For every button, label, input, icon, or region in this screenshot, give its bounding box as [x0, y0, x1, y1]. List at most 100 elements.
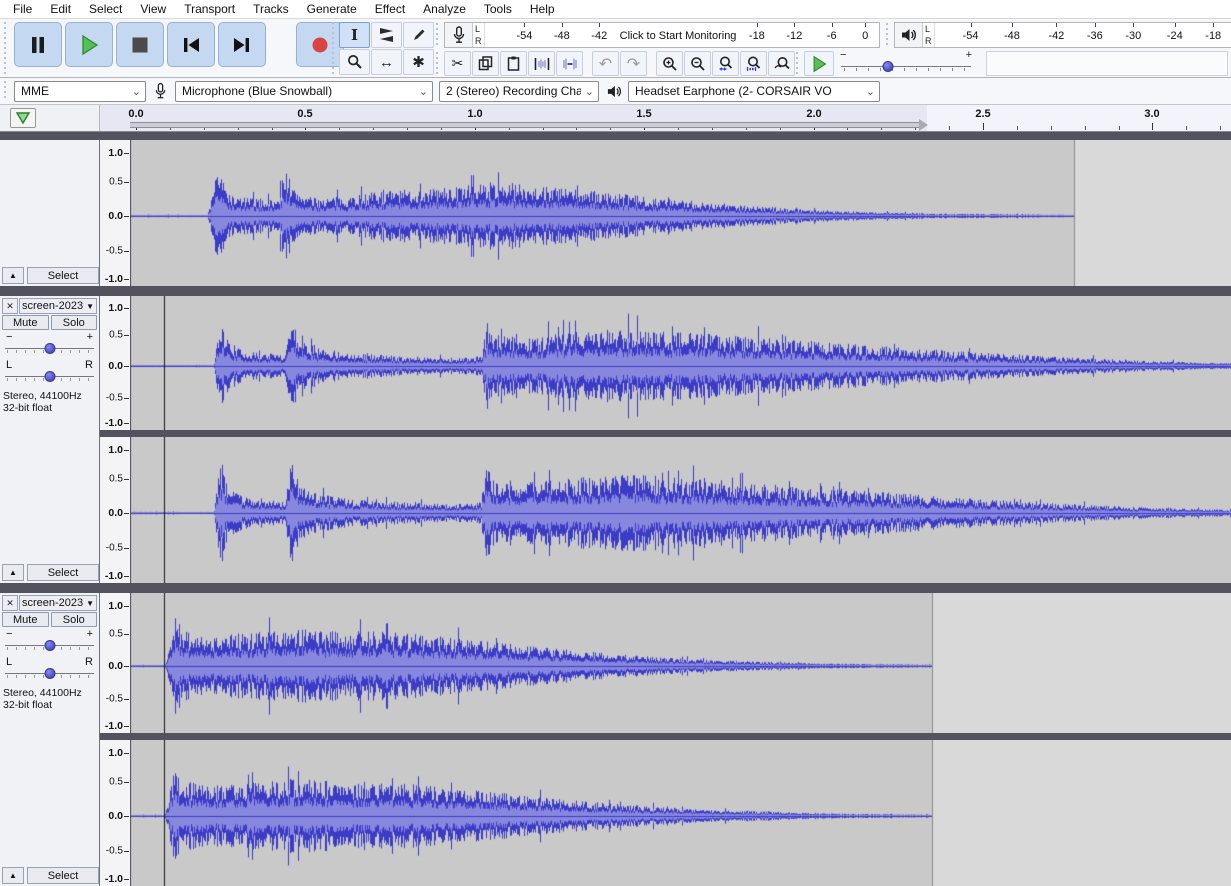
envelope-tool-button[interactable] [371, 22, 402, 48]
menu-item-tracks[interactable]: Tracks [244, 1, 298, 17]
gain-slider-thumb[interactable] [44, 640, 55, 651]
track-3-gain-slider[interactable]: − + [4, 628, 95, 655]
playback-meter-scale[interactable]: -54-48-42-36-30-24-18 [935, 23, 1231, 47]
track-2-solo-button[interactable]: Solo [51, 315, 98, 330]
zoom-tool-button[interactable] [339, 49, 370, 75]
playback-device-dropdown[interactable]: Headset Earphone (2- CORSAIR VO ⌄ [628, 81, 880, 102]
copy-button[interactable] [472, 51, 499, 76]
quick-play-bar[interactable] [130, 122, 919, 128]
menu-item-transport[interactable]: Transport [175, 1, 244, 17]
track-1-select-button[interactable]: Select [27, 267, 99, 284]
select-label: Select [48, 870, 79, 882]
device-toolbar-grabber[interactable] [4, 81, 9, 101]
pause-button[interactable] [14, 22, 62, 67]
zoom-in-button[interactable] [656, 51, 683, 76]
zoom-out-button[interactable] [684, 51, 711, 76]
menu-item-tools[interactable]: Tools [475, 1, 521, 17]
gain-slider-thumb[interactable] [44, 343, 55, 354]
track-3-control-panel[interactable]: ✕ screen-2023 ▼ Mute Solo − + L R [0, 593, 100, 886]
timeshift-tool-button[interactable]: ↔ [371, 49, 402, 75]
recording-channels-dropdown[interactable]: 2 (Stereo) Recording Chann ⌄ [439, 81, 599, 102]
redo-button[interactable]: ↷ [620, 51, 647, 76]
silence-audio-button[interactable] [556, 51, 583, 76]
menu-item-generate[interactable]: Generate [298, 1, 366, 17]
track-3-pan-slider[interactable]: L R [4, 656, 95, 683]
audio-host-dropdown[interactable]: MME ⌄ [14, 81, 146, 102]
timeline-options-button[interactable] [10, 108, 36, 128]
play-button[interactable] [65, 22, 113, 67]
track-3-solo-button[interactable]: Solo [51, 612, 98, 627]
track-3-left-vertical-ruler[interactable]: 1.00.50.0-0.5-1.0 [100, 593, 130, 733]
menu-item-edit[interactable]: Edit [41, 1, 80, 17]
track-2-left-waveform[interactable] [130, 296, 1231, 430]
cut-button[interactable]: ✂ [444, 51, 471, 76]
track-3-right-waveform[interactable] [130, 740, 1231, 886]
track-3-select-button[interactable]: Select [27, 867, 99, 884]
pan-slider-thumb[interactable] [44, 668, 55, 679]
transport-toolbar-grabber[interactable] [4, 22, 9, 74]
speed-slider-thumb[interactable] [883, 61, 894, 72]
menu-item-help[interactable]: Help [521, 1, 564, 17]
tools-toolbar-grabber[interactable] [332, 22, 337, 74]
close-track-button[interactable]: ✕ [2, 595, 18, 611]
track-separator [0, 583, 1231, 593]
stop-button[interactable] [116, 22, 164, 67]
playback-speed-slider[interactable]: − + [838, 51, 974, 76]
close-track-button[interactable]: ✕ [2, 298, 18, 314]
skip-to-start-button[interactable] [167, 22, 215, 67]
playback-meter-toolbar[interactable]: L R -54-48-42-36-30-24-18 [894, 22, 1231, 48]
fit-selection-icon [718, 56, 734, 72]
track-2-mute-button[interactable]: Mute [2, 315, 49, 330]
menu-item-select[interactable]: Select [80, 1, 131, 17]
recording-meter-scale[interactable]: -54-48-42-18-12-60Click to Start Monitor… [485, 23, 879, 47]
track-2-right-vertical-ruler[interactable]: 1.00.50.0-0.5-1.0 [100, 437, 130, 583]
edit-toolbar-grabber[interactable] [436, 52, 441, 74]
paste-button[interactable] [500, 51, 527, 76]
play-at-speed-button[interactable] [804, 51, 834, 76]
selection-tool-button[interactable]: I [339, 22, 370, 48]
record-meter-button[interactable] [445, 23, 473, 47]
track-1-waveform[interactable] [130, 140, 1231, 286]
fit-selection-button[interactable] [712, 51, 739, 76]
track-2-right-waveform[interactable] [130, 437, 1231, 583]
meter-tick [794, 23, 795, 27]
track-1-vertical-ruler[interactable]: 1.00.50.0-0.5-1.0 [100, 140, 130, 286]
playback-meter-grabber[interactable] [886, 23, 891, 45]
play-speed-grabber[interactable] [796, 52, 801, 74]
track-2-select-button[interactable]: Select [27, 564, 99, 581]
track-1-control-panel[interactable]: ▲ Select [0, 140, 100, 286]
collapse-track-button[interactable]: ▲ [2, 867, 24, 884]
track-2-pan-slider[interactable]: L R [4, 359, 95, 386]
collapse-track-button[interactable]: ▲ [2, 267, 24, 284]
skip-to-end-button[interactable] [218, 22, 266, 67]
recording-device-dropdown[interactable]: Microphone (Blue Snowball) ⌄ [175, 81, 433, 102]
ruler-value-label: -0.5 [106, 542, 123, 553]
trim-audio-button[interactable] [528, 51, 555, 76]
track-3-left-waveform[interactable] [130, 593, 1231, 733]
track-2-gain-slider[interactable]: − + [4, 331, 95, 358]
draw-tool-button[interactable] [403, 22, 434, 48]
menu-item-file[interactable]: File [4, 1, 41, 17]
pan-slider-thumb[interactable] [44, 371, 55, 382]
timeline-ruler[interactable]: 0.00.51.01.52.02.53.0 [100, 105, 1231, 131]
zoom-toggle-button[interactable] [768, 51, 795, 76]
menu-item-analyze[interactable]: Analyze [414, 1, 475, 17]
track-3-right-vertical-ruler[interactable]: 1.00.50.0-0.5-1.0 [100, 740, 130, 886]
track-2-left-vertical-ruler[interactable]: 1.00.50.0-0.5-1.0 [100, 296, 130, 430]
collapse-track-button[interactable]: ▲ [2, 564, 24, 581]
timeline[interactable]: 0.00.51.01.52.02.53.0 [0, 105, 1231, 132]
monitor-prompt-text[interactable]: Click to Start Monitoring [620, 30, 737, 42]
recording-meter-toolbar[interactable]: L R -54-48-42-18-12-60Click to Start Mon… [444, 22, 880, 48]
fit-project-button[interactable] [740, 51, 767, 76]
recording-meter-grabber[interactable] [436, 23, 441, 45]
track-3-mute-button[interactable]: Mute [2, 612, 49, 627]
menu-item-view[interactable]: View [131, 1, 175, 17]
playback-meter-button[interactable] [895, 23, 923, 47]
track-2-title-dropdown[interactable]: screen-2023 ▼ [19, 298, 97, 314]
menu-item-effect[interactable]: Effect [366, 1, 414, 17]
track-2-control-panel[interactable]: ✕ screen-2023 ▼ Mute Solo − + L R [0, 296, 100, 583]
multi-tool-button[interactable]: ✱ [403, 49, 434, 75]
track-3-title-dropdown[interactable]: screen-2023 ▼ [19, 595, 97, 611]
undo-button[interactable]: ↶ [592, 51, 619, 76]
timeshift-icon: ↔ [379, 54, 394, 71]
